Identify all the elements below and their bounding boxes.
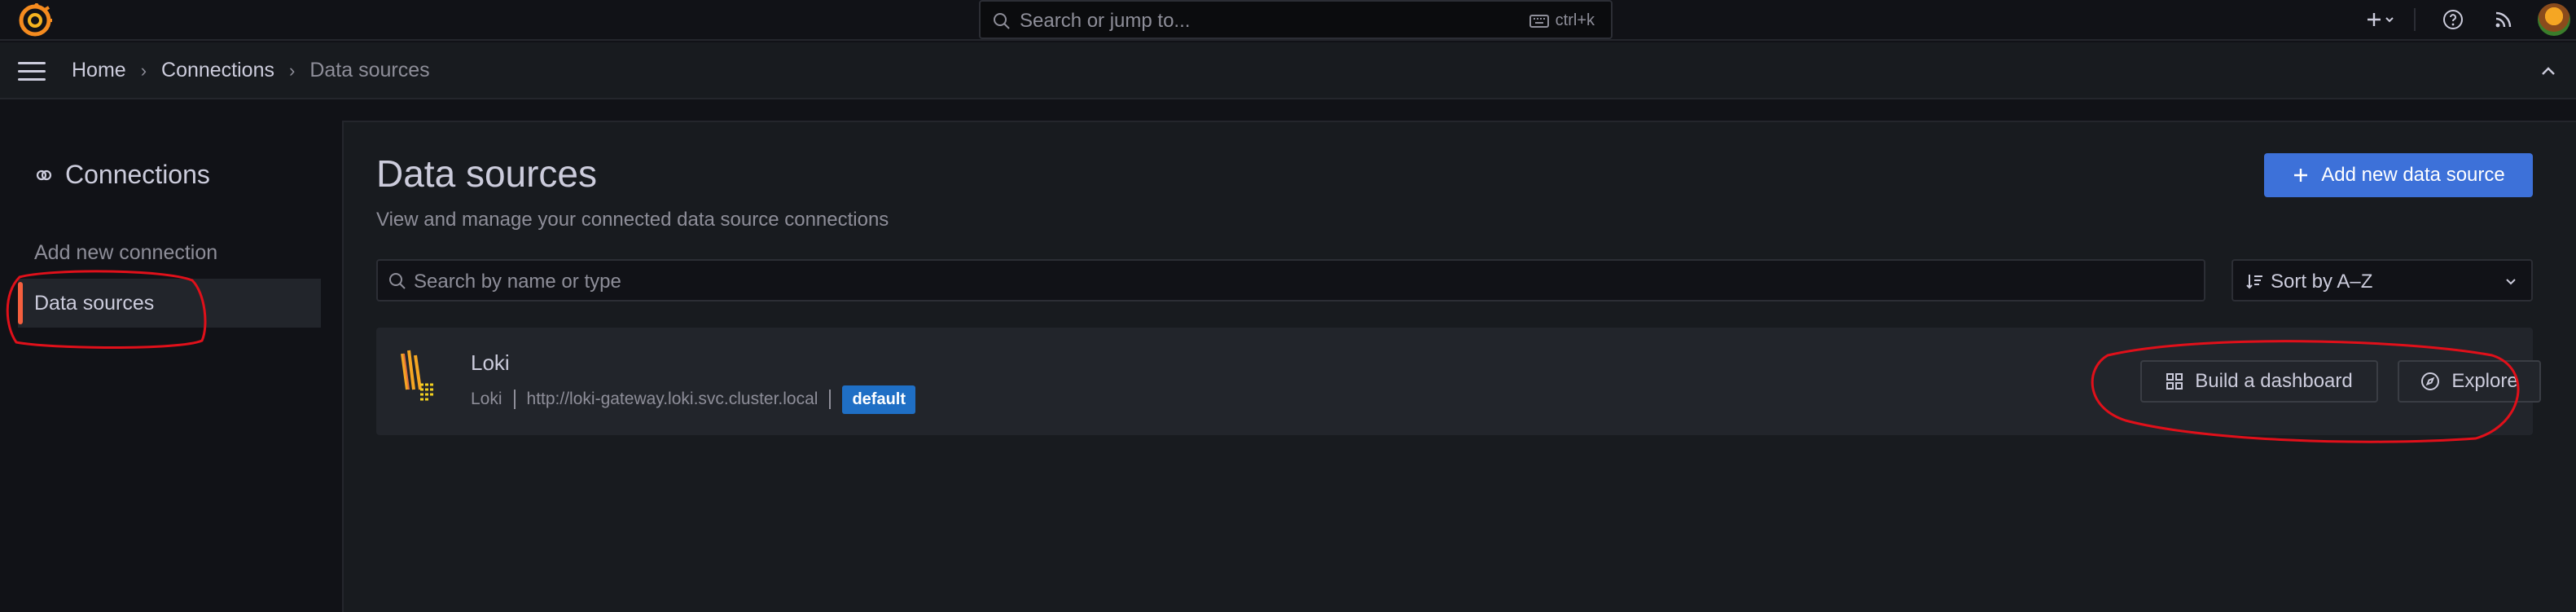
datasource-name[interactable]: Loki — [471, 350, 510, 376]
link-icon — [36, 170, 52, 180]
grafana-logo-icon[interactable] — [18, 3, 52, 37]
page-title: Data sources — [376, 152, 598, 195]
datasource-search-input[interactable]: Search by name or type — [376, 259, 2205, 302]
chevron-down-icon — [2385, 17, 2394, 23]
breadcrumb-separator: › — [289, 59, 296, 81]
breadcrumb-separator: › — [140, 59, 147, 81]
sort-icon — [2246, 275, 2262, 289]
new-menu-button[interactable] — [2359, 7, 2401, 33]
search-icon — [389, 273, 406, 289]
divider — [513, 390, 516, 409]
datasource-type: Loki — [471, 390, 502, 408]
sidebar-item-label: Add new connection — [34, 240, 218, 264]
datasource-url: http://loki-gateway.loki.svc.cluster.loc… — [526, 390, 818, 408]
sidebar-title-text: Connections — [65, 160, 210, 189]
chevron-up-icon[interactable] — [2539, 62, 2558, 81]
plus-icon — [2368, 13, 2381, 26]
help-icon — [2443, 10, 2463, 29]
chevron-down-icon — [2506, 279, 2516, 285]
top-navbar: Search or jump to... ctrl+k — [0, 0, 2576, 41]
default-badge: default — [842, 385, 916, 414]
sidebar: Connections Add new connection Data sour… — [0, 101, 342, 612]
compass-icon — [2421, 372, 2440, 390]
main-panel: Data sources View and manage your connec… — [342, 121, 2576, 612]
breadcrumb: Home › Connections › Data sources — [72, 59, 430, 82]
datasource-meta: Loki http://loki-gateway.loki.svc.cluste… — [471, 385, 916, 414]
sidebar-item-label: Data sources — [34, 291, 155, 315]
datasource-card[interactable]: Loki Loki http://loki-gateway.loki.svc.c… — [376, 328, 2541, 435]
loki-logo-icon — [401, 350, 433, 401]
keyboard-icon — [1529, 14, 1549, 28]
build-button-label: Build a dashboard — [2195, 370, 2353, 392]
shortcut-text: ctrl+k — [1555, 11, 1595, 29]
sort-label: Sort by A–Z — [2271, 271, 2373, 293]
search-placeholder: Search or jump to... — [1020, 10, 1191, 32]
sidebar-item-data-sources[interactable]: Data sources — [18, 279, 321, 328]
breadcrumb-connections[interactable]: Connections — [161, 59, 274, 82]
add-button-label: Add new data source — [2321, 164, 2505, 186]
explore-button[interactable]: Explore — [2398, 360, 2541, 403]
menu-icon[interactable] — [18, 62, 46, 81]
page-subtitle: View and manage your connected data sour… — [376, 209, 889, 231]
sort-select[interactable]: Sort by A–Z — [2232, 259, 2533, 302]
plus-icon — [2294, 169, 2308, 182]
filter-placeholder: Search by name or type — [414, 271, 621, 293]
breadcrumb-home[interactable]: Home — [72, 59, 126, 82]
help-button[interactable] — [2440, 7, 2466, 33]
apps-grid-icon — [2166, 373, 2183, 390]
divider — [829, 390, 832, 409]
news-button[interactable] — [2490, 7, 2517, 33]
news-feed-icon — [2495, 11, 2512, 28]
breadcrumb-bar: Home › Connections › Data sources — [0, 42, 2576, 99]
breadcrumb-current: Data sources — [309, 59, 430, 81]
keyboard-shortcut-hint: ctrl+k — [1529, 11, 1595, 30]
search-icon — [994, 13, 1010, 29]
add-new-data-source-button[interactable]: Add new data source — [2264, 153, 2533, 197]
sidebar-item-add-new-connection[interactable]: Add new connection — [18, 228, 321, 277]
build-dashboard-button[interactable]: Build a dashboard — [2140, 360, 2378, 403]
sidebar-title: Connections — [34, 160, 210, 190]
user-avatar[interactable] — [2538, 3, 2570, 36]
divider — [2414, 8, 2416, 31]
explore-button-label: Explore — [2451, 370, 2518, 392]
search-bar[interactable]: Search or jump to... ctrl+k — [979, 0, 1613, 39]
